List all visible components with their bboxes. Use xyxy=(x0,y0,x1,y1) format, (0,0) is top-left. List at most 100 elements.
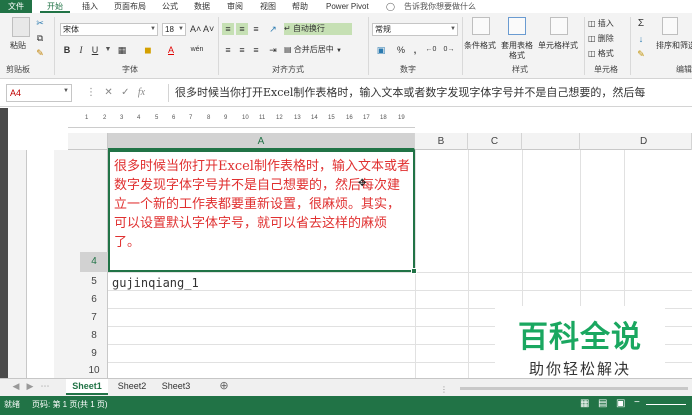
grow-font-button[interactable]: A˄ xyxy=(190,23,201,35)
cancel-icon[interactable]: ✕ xyxy=(104,87,112,98)
tab-help[interactable]: 帮助 xyxy=(292,0,308,13)
format-button[interactable]: ◫ 格式 xyxy=(588,48,628,60)
align-top-icon[interactable]: ≡ xyxy=(222,23,234,35)
ruler-tick-label: 10 xyxy=(242,115,249,121)
tab-file[interactable]: 文件 xyxy=(0,0,32,13)
separator xyxy=(630,17,631,75)
number-format-combo[interactable]: 常规 ▼ xyxy=(372,23,458,36)
enter-icon[interactable]: ✓ xyxy=(121,87,129,98)
shrink-font-button[interactable]: A˅ xyxy=(203,23,214,35)
tab-power-pivot[interactable]: Power Pivot xyxy=(326,0,369,13)
select-all-corner[interactable] xyxy=(68,133,108,150)
sheet-tab-sheet2[interactable]: Sheet2 xyxy=(112,379,152,395)
sort-filter-button[interactable]: 排序和筛选 xyxy=(656,41,692,51)
format-painter-icon[interactable]: ✎ xyxy=(34,47,46,59)
align-left-icon[interactable]: ≡ xyxy=(222,44,234,56)
paste-button[interactable]: 粘贴 xyxy=(10,41,26,51)
table-format-button[interactable]: 套用表格格式 xyxy=(498,41,536,61)
tab-formulas[interactable]: 公式 xyxy=(162,0,178,13)
scroll-left-icon[interactable]: ◀ xyxy=(10,379,22,395)
ruler-tick-label: 8 xyxy=(207,115,211,121)
row-header-8[interactable]: 8 xyxy=(80,327,108,344)
table-format-icon[interactable] xyxy=(508,17,526,35)
underline-button[interactable]: U xyxy=(90,44,100,56)
row-header-7[interactable]: 7 xyxy=(80,309,108,326)
page-layout-view-icon[interactable]: ▤ xyxy=(598,398,607,409)
tell-me-search[interactable]: 告诉我你想要做什么 xyxy=(404,0,476,13)
font-size-combo[interactable]: 18 ▼ xyxy=(162,23,186,36)
clear-icon[interactable]: ✎ xyxy=(634,48,648,60)
cell-styles-icon[interactable] xyxy=(550,17,568,35)
column-header-c[interactable]: C xyxy=(468,133,522,150)
fill-color-icon[interactable]: ◼ xyxy=(142,44,154,56)
percent-button[interactable]: % xyxy=(396,44,406,56)
phonetic-button[interactable]: wén xyxy=(188,44,206,56)
row-header-6[interactable]: 6 xyxy=(80,291,108,308)
scroll-right-icon[interactable]: ▶ xyxy=(24,379,36,395)
column-header-blank[interactable] xyxy=(522,133,580,150)
tab-view[interactable]: 视图 xyxy=(260,0,276,13)
zoom-slider[interactable] xyxy=(646,404,686,405)
more-sheets-icon[interactable]: ⋯ xyxy=(40,379,50,395)
add-sheet-icon[interactable]: ⊕ xyxy=(216,379,232,395)
column-header-b[interactable]: B xyxy=(415,133,468,150)
chevron-down-icon[interactable]: ▼ xyxy=(104,44,112,56)
insert-button[interactable]: ◫ 插入 xyxy=(588,18,628,30)
tab-review[interactable]: 审阅 xyxy=(227,0,243,13)
conditional-format-button[interactable]: 条件格式 xyxy=(464,41,496,51)
tab-insert[interactable]: 插入 xyxy=(82,0,98,13)
status-ready: 就绪 xyxy=(4,400,20,409)
font-color-button[interactable]: A xyxy=(166,44,176,56)
comma-button[interactable]: , xyxy=(410,44,420,56)
ruler-tick-label: 16 xyxy=(346,115,353,121)
wrap-text-button[interactable]: ↵ 自动换行 xyxy=(284,23,352,35)
italic-button[interactable]: I xyxy=(76,44,86,56)
ruler-tick-label: 17 xyxy=(363,115,370,121)
column-header-a[interactable]: A xyxy=(108,133,415,150)
zoom-out-icon[interactable]: − xyxy=(634,397,640,408)
cut-icon[interactable]: ✂ xyxy=(34,17,46,29)
cell-a5[interactable]: gujinqiang_1 xyxy=(112,274,199,292)
paste-icon[interactable] xyxy=(12,17,30,37)
font-name-combo[interactable]: 宋体 ▼ xyxy=(60,23,158,36)
increase-decimal-icon[interactable]: ←0 xyxy=(424,44,438,56)
fill-handle[interactable] xyxy=(411,268,417,274)
cell-a4[interactable]: 很多时候当你打开Excel制作表格时，输入文本或者数字发现字体字号并不是自己想要… xyxy=(108,150,415,272)
column-header-d[interactable]: D xyxy=(580,133,692,150)
row-header-4[interactable]: 4 xyxy=(80,252,108,272)
bold-button[interactable]: B xyxy=(62,44,72,56)
sheet-tab-sheet3[interactable]: Sheet3 xyxy=(156,379,196,395)
horizontal-scrollbar[interactable] xyxy=(460,387,688,390)
chevron-down-icon[interactable]: ▼ xyxy=(63,88,69,94)
format-icon: ◫ xyxy=(588,49,596,58)
conditional-format-icon[interactable] xyxy=(472,17,490,35)
sort-filter-icon[interactable] xyxy=(662,17,678,35)
page-break-view-icon[interactable]: ▣ xyxy=(616,398,625,409)
sheet-tab-sheet1[interactable]: Sheet1 xyxy=(66,379,108,395)
align-center-icon[interactable]: ≡ xyxy=(236,44,248,56)
tab-data[interactable]: 数据 xyxy=(194,0,210,13)
decrease-decimal-icon[interactable]: 0→ xyxy=(442,44,456,56)
indent-icon[interactable]: ⇥ xyxy=(266,44,280,56)
align-right-icon[interactable]: ≡ xyxy=(250,44,262,56)
fill-icon[interactable]: ↓ xyxy=(634,33,648,45)
row-header-9[interactable]: 9 xyxy=(80,345,108,362)
copy-icon[interactable]: ⧉ xyxy=(34,32,46,44)
tab-page-layout[interactable]: 页面布局 xyxy=(114,0,146,13)
row-header-10[interactable]: 10 xyxy=(80,363,108,378)
separator xyxy=(218,17,219,75)
normal-view-icon[interactable]: ▦ xyxy=(580,398,589,409)
delete-button[interactable]: ◫ 删除 xyxy=(588,33,628,45)
insert-function-icon[interactable]: fx xyxy=(138,87,145,98)
align-bottom-icon[interactable]: ≡ xyxy=(250,23,262,35)
orientation-icon[interactable]: ↗ xyxy=(266,23,280,35)
row-header-5[interactable]: 5 xyxy=(80,273,108,290)
tab-home[interactable]: 开始 xyxy=(40,0,70,13)
autosum-icon[interactable]: Σ xyxy=(634,18,648,30)
formula-input[interactable]: 很多时候当你打开Excel制作表格时，输入文本或者数字发现字体字号并不是自己想要… xyxy=(168,84,692,102)
borders-icon[interactable]: ▦ xyxy=(116,44,128,56)
cell-styles-button[interactable]: 单元格样式 xyxy=(538,41,578,51)
align-middle-icon[interactable]: ≡ xyxy=(236,23,248,35)
merge-center-button[interactable]: ▤ 合并后居中 ▼ xyxy=(284,44,362,56)
currency-icon[interactable]: ▣ xyxy=(374,44,388,56)
